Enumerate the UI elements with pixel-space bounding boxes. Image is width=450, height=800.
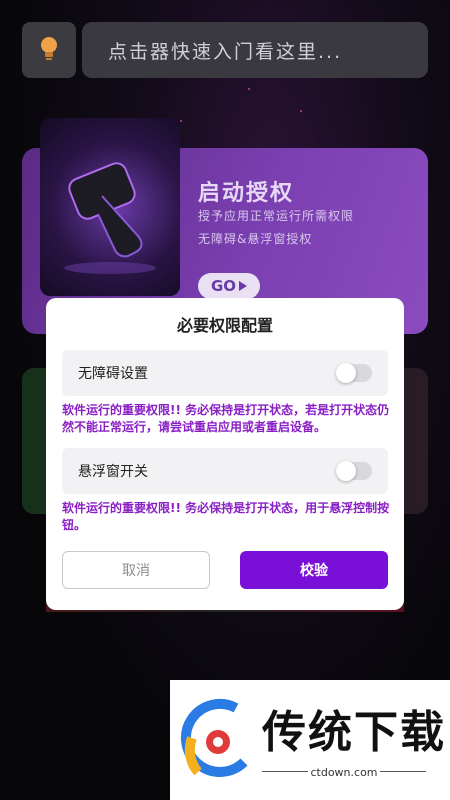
overlay-toggle[interactable] (336, 461, 372, 481)
top-bar: 点击器快速入门看这里... (22, 22, 428, 78)
card-title: 启动授权 (198, 181, 295, 206)
go-label: GO (210, 277, 237, 295)
card-subtitle-2: 无障碍&悬浮窗授权 (198, 232, 313, 246)
accessibility-note: 软件运行的重要权限!! 务必保持是打开状态，若是打开状态仍然不能正常运行，请尝试… (62, 403, 390, 434)
watermark-brand: 传统下载 (262, 707, 446, 758)
accessibility-setting-row[interactable]: 无障碍设置 (62, 350, 388, 396)
permission-dialog: 必要权限配置 无障碍设置 软件运行的重要权限!! 务必保持是打开状态，若是打开状… (46, 298, 404, 610)
toggle-knob (336, 363, 356, 383)
watermark-url: ctdown.com (310, 766, 378, 779)
sparkle-decor (248, 88, 250, 90)
card-illustration (40, 118, 180, 296)
verify-button[interactable]: 校验 (240, 551, 388, 589)
divider (380, 771, 426, 772)
sparkle-decor (300, 110, 302, 112)
accessibility-label: 无障碍设置 (78, 366, 148, 382)
cancel-button[interactable]: 取消 (62, 551, 210, 589)
tips-button[interactable] (22, 22, 76, 78)
watermark: 传统下载 ctdown.com (170, 680, 450, 800)
go-button[interactable]: GO (198, 273, 260, 299)
lightbulb-icon (36, 33, 62, 67)
play-triangle-icon (239, 277, 248, 295)
overlay-label: 悬浮窗开关 (78, 464, 148, 480)
card-subtitle: 授予应用正常运行所需权限 (198, 209, 355, 223)
sparkle-decor (180, 120, 182, 122)
toggle-knob (336, 461, 356, 481)
dialog-title: 必要权限配置 (176, 316, 273, 335)
overlay-setting-row[interactable]: 悬浮窗开关 (62, 448, 388, 494)
quick-start-bar[interactable]: 点击器快速入门看这里... (82, 22, 428, 78)
watermark-logo-icon (178, 698, 258, 790)
overlay-note: 软件运行的重要权限!! 务必保持是打开状态，用于悬浮控制按钮。 (62, 501, 390, 532)
accessibility-toggle[interactable] (336, 363, 372, 383)
